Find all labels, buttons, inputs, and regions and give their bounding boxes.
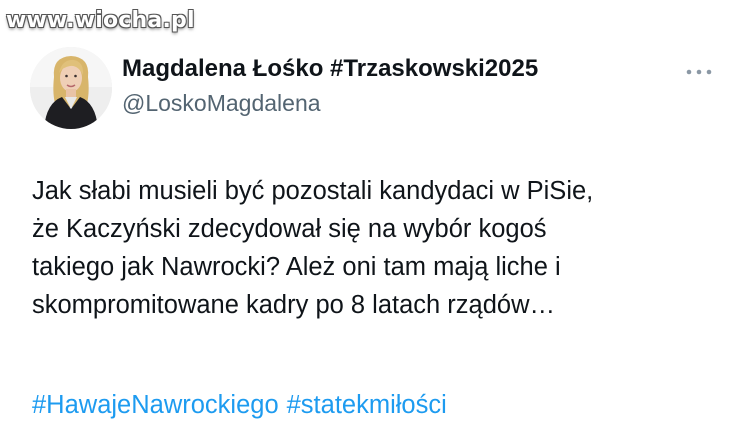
tweet-text-line: takiego jak Nawrocki? Ależ oni tam mają … xyxy=(32,253,561,281)
tweet-text-line: że Kaczyński zdecydował się na wybór kog… xyxy=(32,215,547,243)
author-names: Magdalena Łośko #Trzaskowski2025 @LoskoM… xyxy=(122,54,538,118)
hashtag-link[interactable]: #HawajeNawrockiego xyxy=(32,386,279,424)
more-options-button[interactable] xyxy=(682,62,716,82)
tweet-header: Magdalena Łośko #Trzaskowski2025 @LoskoM… xyxy=(30,44,720,130)
display-name[interactable]: Magdalena Łośko #Trzaskowski2025 xyxy=(122,54,538,84)
hashtag-row: #HawajeNawrockiego #statekmiłości xyxy=(32,386,447,424)
tweet-text-line: skompromitowane kadry po 8 latach rządów… xyxy=(32,291,555,319)
hashtag-link[interactable]: #statekmiłości xyxy=(287,386,447,424)
avatar[interactable] xyxy=(30,47,112,129)
tweet-text-line: Jak słabi musieli być pozostali kandydac… xyxy=(32,177,594,205)
tweet-text: Jak słabi musieli być pozostali kandydac… xyxy=(32,172,732,324)
more-horizontal-icon xyxy=(686,69,712,75)
user-handle[interactable]: @LoskoMagdalena xyxy=(122,88,538,118)
profile-photo-icon xyxy=(30,47,112,129)
watermark: www.wiocha.pl xyxy=(6,8,195,33)
tweet-card: www.wiocha.pl Magdalena Łośko #Trzaskows… xyxy=(0,0,750,442)
